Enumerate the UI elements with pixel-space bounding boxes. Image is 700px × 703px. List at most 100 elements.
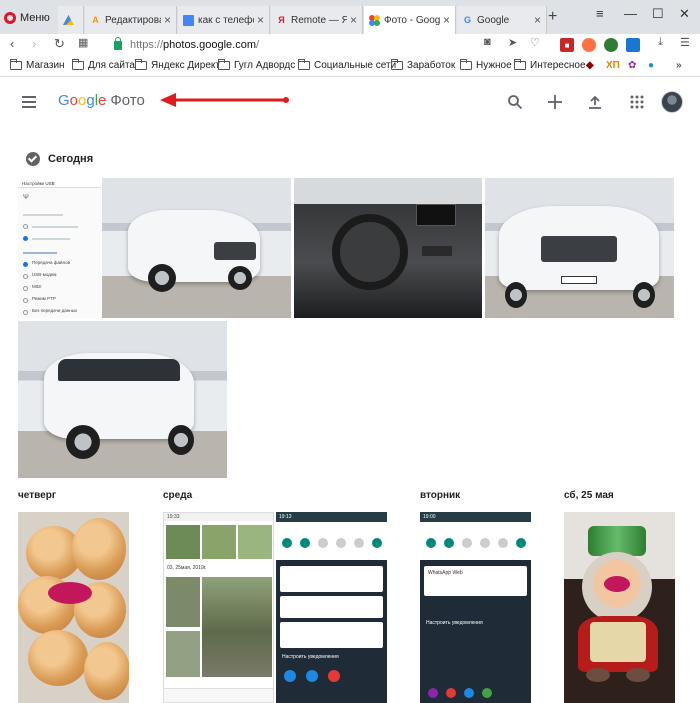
photo-thumbnail[interactable]: 19:13 Настроить уведомления xyxy=(276,512,387,703)
tab-google[interactable]: G Google × xyxy=(457,6,547,34)
extension-note-icon[interactable] xyxy=(626,38,640,52)
tab-label: как с телефон xyxy=(198,14,254,26)
photo-thumbnail[interactable]: 19:33 03, 25мая, 2019г. xyxy=(163,512,274,703)
speed-dial-icon[interactable]: ▦ xyxy=(78,36,88,49)
tab-google-photos[interactable]: Фото - Googl × xyxy=(364,6,456,34)
today-label: Сегодня xyxy=(48,153,94,165)
heart-icon[interactable]: ♡ xyxy=(530,36,540,49)
tab-menu-icon[interactable]: ≡ xyxy=(596,6,604,21)
minimize-button[interactable]: — xyxy=(624,6,637,21)
folder-icon xyxy=(460,59,472,70)
docs-icon xyxy=(183,14,194,26)
extension-circle-icon[interactable] xyxy=(604,38,618,52)
bookmark-folder[interactable]: Нужное xyxy=(460,59,512,71)
tab-google-ads[interactable] xyxy=(58,6,84,34)
bookmark-folder[interactable]: Для сайта xyxy=(72,59,135,71)
forward-button[interactable]: › xyxy=(32,36,36,51)
bookmark-globe-icon[interactable]: ● xyxy=(648,60,654,71)
photo-thumbnail[interactable] xyxy=(102,178,291,318)
bookmark-folder[interactable]: Заработок xyxy=(391,59,455,71)
folder-icon xyxy=(391,59,403,70)
close-icon[interactable]: × xyxy=(257,13,264,27)
bookmark-folder[interactable]: Яндекс Директ xyxy=(135,59,220,71)
close-icon[interactable]: × xyxy=(534,13,541,27)
bookmarks-overflow-icon[interactable]: » xyxy=(676,60,682,71)
extension-fire-icon[interactable] xyxy=(582,38,596,52)
menu-icon[interactable] xyxy=(22,96,36,108)
day-label: среда xyxy=(163,490,193,501)
notification-app: WhatsApp Web xyxy=(428,570,463,576)
back-button[interactable]: ‹ xyxy=(10,36,14,51)
tab-label: Google xyxy=(477,14,510,26)
photo-thumbnail[interactable] xyxy=(485,178,674,318)
annotation-arrow-icon xyxy=(160,93,289,107)
usb-option: Без передачи данных xyxy=(32,308,78,313)
day-label: четверг xyxy=(18,490,56,501)
bookmark-label: Магазин xyxy=(26,60,65,71)
tab-editor[interactable]: A Редактироват × xyxy=(85,6,177,34)
send-icon[interactable]: ➤ xyxy=(508,36,517,49)
bookmark-folder[interactable]: Гугл Адвордс xyxy=(218,59,296,71)
reload-button[interactable]: ↻ xyxy=(54,36,65,52)
status-time: 19:00 xyxy=(420,512,531,522)
select-check-icon[interactable] xyxy=(26,152,40,166)
close-icon[interactable]: × xyxy=(164,13,171,27)
upload-icon[interactable] xyxy=(584,91,606,113)
extension-badge-icon[interactable]: ■ xyxy=(560,38,574,52)
lock-icon xyxy=(114,36,122,50)
opera-menu-button[interactable]: Меню xyxy=(4,8,50,28)
photo-thumbnail[interactable]: Настройки USB Ψ Передача файлов USB-моде… xyxy=(18,178,101,318)
bookmark-folder[interactable]: Социальные сети xyxy=(298,59,396,71)
usb-option: Режим PTP xyxy=(32,296,56,301)
bookmark-folder[interactable]: Интересное xyxy=(514,59,586,71)
photo-thumbnail[interactable]: 19:00 WhatsApp Web Настроить уведомления xyxy=(420,512,531,703)
search-icon[interactable] xyxy=(504,91,526,113)
folder-icon xyxy=(218,59,230,70)
bookmarks-bar: Магазин Для сайта Яндекс Директ Гугл Адв… xyxy=(0,57,700,77)
account-avatar[interactable] xyxy=(661,91,683,113)
close-icon[interactable]: × xyxy=(443,13,450,27)
status-time: 19:33 xyxy=(164,513,273,521)
download-icon[interactable]: ⤓ xyxy=(658,36,663,49)
settings-sliders-icon[interactable]: ☰ xyxy=(680,36,690,49)
close-icon[interactable]: × xyxy=(350,13,357,27)
maximize-button[interactable]: ☐ xyxy=(652,6,664,22)
yandex-icon: Я xyxy=(278,15,285,25)
browser-tab-bar: Меню A Редактироват × как с телефон × Я … xyxy=(0,0,700,34)
menu-label: Меню xyxy=(20,12,50,24)
usb-option: Передача файлов xyxy=(32,260,71,265)
bookmark-xp[interactable]: ХП xyxy=(606,60,620,71)
editor-icon: A xyxy=(92,15,99,25)
tab-yandex[interactable]: Я Remote — Ян... × xyxy=(271,6,363,34)
apps-grid-icon[interactable] xyxy=(626,91,648,113)
add-icon[interactable] xyxy=(544,91,566,113)
status-time: 19:13 xyxy=(276,512,387,522)
camera-icon[interactable]: ◙ xyxy=(484,36,491,48)
url-field[interactable]: https:// photos.google.com / xyxy=(114,36,260,53)
url-path: / xyxy=(255,39,260,51)
photo-thumbnail[interactable] xyxy=(564,512,675,703)
tab-docs[interactable]: как с телефон × xyxy=(178,6,270,34)
bookmark-flower-icon[interactable]: ✿ xyxy=(628,60,636,71)
bookmark-label: Яндекс Директ xyxy=(151,60,220,71)
bookmark-label: Интересное xyxy=(530,60,586,71)
bookmark-label: Гугл Адвордс xyxy=(234,60,296,71)
usb-option: USB-модем xyxy=(32,272,57,277)
today-group-header[interactable]: Сегодня xyxy=(26,152,93,166)
google-ads-icon xyxy=(63,14,74,26)
new-tab-button[interactable]: + xyxy=(548,8,557,26)
url-host: photos.google.com xyxy=(163,39,256,51)
photo-thumbnail[interactable] xyxy=(294,178,482,318)
close-window-button[interactable]: ✕ xyxy=(679,6,690,22)
address-bar: ‹ › ↻ ▦ https:// photos.google.com / ◙ ➤… xyxy=(0,34,700,56)
photo-thumbnail[interactable] xyxy=(18,321,227,478)
folder-icon xyxy=(10,59,22,70)
bookmark-folder[interactable]: Магазин xyxy=(10,59,65,71)
bookmark-red-icon[interactable]: ◆ xyxy=(586,60,594,71)
url-scheme: https:// xyxy=(130,39,164,51)
photo-thumbnail[interactable] xyxy=(18,512,129,703)
logo-product-text: Фото xyxy=(110,92,145,109)
google-photos-logo[interactable]: Google Фото xyxy=(58,92,145,109)
phone-footer: Настроить уведомления xyxy=(282,654,339,660)
bookmark-label: Нужное xyxy=(476,60,512,71)
